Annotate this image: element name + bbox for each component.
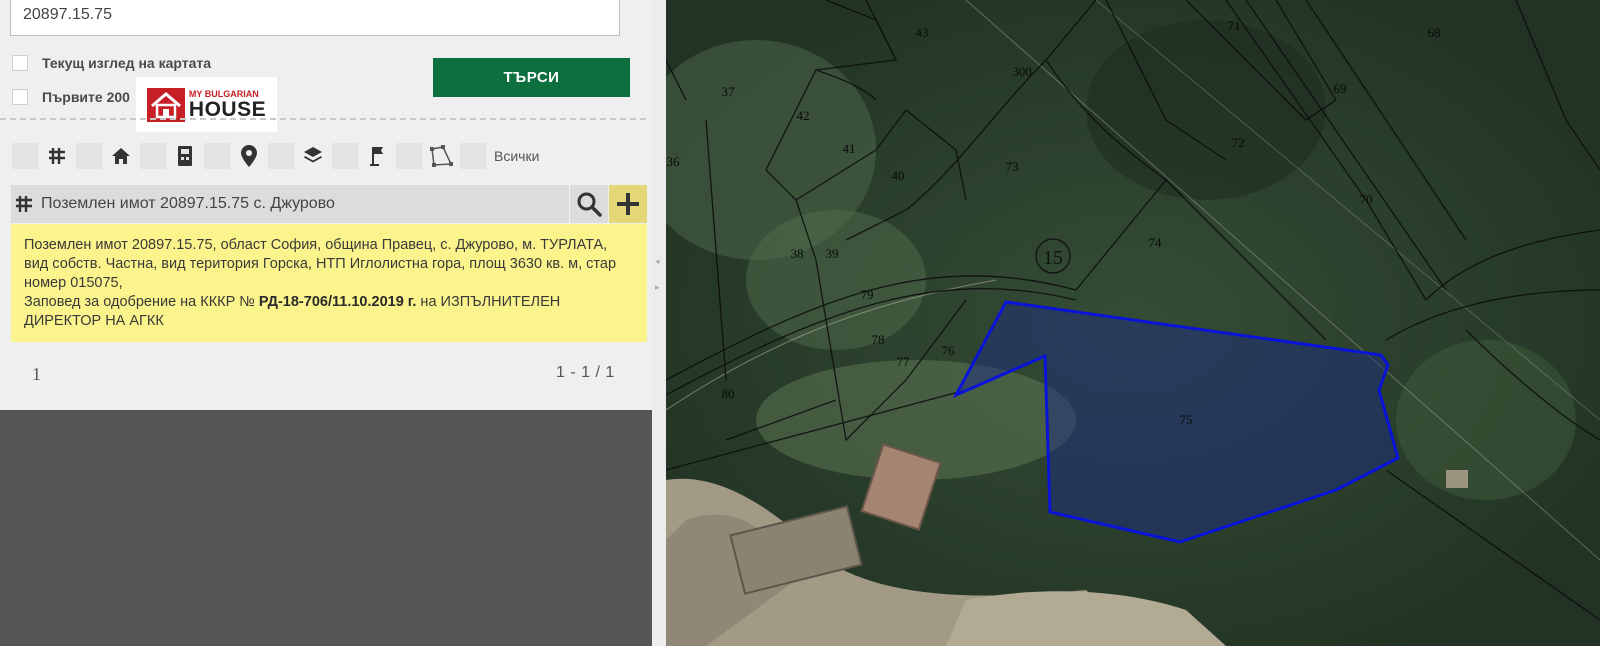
result-header[interactable]: Поземлен имот 20897.15.75 с. Джурово (11, 185, 569, 223)
parcel-label: 36 (667, 154, 681, 169)
order-number: РД-18-706/11.10.2019 г. (258, 294, 417, 310)
parcel-label: 300 (1012, 64, 1032, 79)
search-icon (577, 192, 602, 217)
plus-icon (617, 193, 639, 215)
parcel-label: 39 (826, 246, 839, 261)
search-input[interactable] (10, 0, 620, 36)
flag-icon[interactable] (358, 143, 396, 169)
filter-bar: Всички (12, 143, 539, 169)
expand-right-icon[interactable]: ▸ (655, 282, 660, 293)
parcel-label: 72 (1232, 135, 1245, 150)
parcel-label: 40 (892, 168, 905, 183)
parcel-label: 42 (797, 108, 810, 123)
result-details: Поземлен имот 20897.15.75, област София,… (11, 224, 647, 342)
parcel-label: 74 (1149, 235, 1163, 250)
parcel-label: 80 (722, 386, 735, 401)
filter-toggle[interactable] (140, 143, 166, 169)
filter-toggle[interactable] (76, 143, 102, 169)
collapse-left-icon[interactable]: ◂ (655, 256, 660, 267)
parcel-label: 69 (1334, 81, 1347, 96)
satellite-map[interactable]: 15 43 37 42 41 40 36 5 300 73 71 68 69 7… (666, 0, 1600, 646)
block-label: 15 (1043, 247, 1063, 269)
parcel-label: 38 (791, 246, 804, 261)
filter-toggle[interactable] (12, 143, 38, 169)
parcel-label: 79 (861, 287, 874, 302)
left-panel: Текущ изглед на картата Първите 200 ТЪРС… (0, 0, 652, 646)
filter-all-label[interactable]: Всички (494, 148, 539, 164)
building-icon[interactable] (166, 143, 204, 169)
search-button[interactable]: ТЪРСИ (433, 58, 630, 97)
result-title: Поземлен имот 20897.15.75 с. Джурово (41, 195, 335, 212)
parcel-label: 71 (1228, 18, 1241, 33)
result-description: Поземлен имот 20897.15.75, област София,… (24, 237, 617, 291)
grid-icon (15, 195, 33, 213)
search-panel: Текущ изглед на картата Първите 200 ТЪРС… (0, 0, 652, 410)
order-prefix: Заповед за одобрение на КККР № (24, 294, 259, 310)
parcel-label: 37 (722, 84, 736, 99)
filter-toggle[interactable] (204, 143, 230, 169)
panel-splitter[interactable]: ◂ ▸ (652, 0, 666, 646)
current-view-label: Текущ изглед на картата (42, 55, 212, 71)
parcel-label: 43 (916, 25, 929, 40)
page-number[interactable]: 1 (32, 364, 41, 385)
filter-toggle[interactable] (396, 143, 422, 169)
grid-icon[interactable] (38, 143, 76, 169)
current-view-option[interactable]: Текущ изглед на картата (12, 55, 211, 71)
parcel-label: 75 (1180, 412, 1193, 427)
house-logo-icon (146, 87, 185, 122)
house-icon[interactable] (102, 143, 140, 169)
zoom-to-result-button[interactable] (570, 185, 608, 223)
logo-bottom-text: HOUSE (188, 97, 267, 121)
map-view[interactable]: 15 43 37 42 41 40 36 5 300 73 71 68 69 7… (666, 0, 1600, 646)
parcel-label: 78 (872, 332, 885, 347)
filter-toggle[interactable] (268, 143, 294, 169)
current-view-checkbox[interactable] (12, 55, 28, 71)
filter-toggle[interactable] (460, 143, 486, 169)
parcel-label: 70 (1360, 192, 1373, 207)
page-range: 1 - 1 / 1 (556, 364, 615, 381)
parcel-label: 68 (1428, 25, 1441, 40)
brand-logo: MY BULGARIAN HOUSE (136, 77, 277, 132)
add-result-button[interactable] (609, 185, 647, 223)
parcel-label: 76 (942, 343, 956, 358)
filter-toggle[interactable] (332, 143, 358, 169)
layers-icon[interactable] (294, 143, 332, 169)
first-results-option[interactable]: Първите 200 (12, 89, 130, 105)
first-results-label: Първите 200 (42, 89, 130, 105)
parcel-label: 73 (1006, 159, 1019, 174)
location-pin-icon[interactable] (230, 143, 268, 169)
parcel-label: 41 (843, 141, 856, 156)
first-results-checkbox[interactable] (12, 89, 28, 105)
parcel-label: 77 (897, 354, 911, 369)
divider (0, 118, 646, 120)
polygon-icon[interactable] (422, 143, 460, 169)
